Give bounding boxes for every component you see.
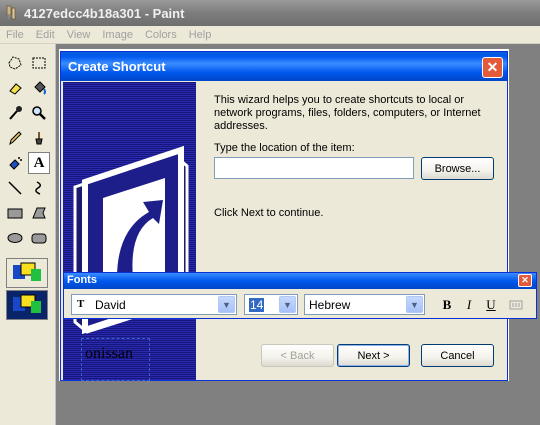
next-button[interactable]: Next >	[337, 344, 410, 367]
font-name-select[interactable]: T David ▼	[71, 294, 237, 315]
dialog-close-icon[interactable]: ✕	[482, 57, 503, 78]
vertical-text-icon[interactable]	[507, 296, 525, 314]
rect-select-icon[interactable]	[28, 52, 50, 74]
menu-edit[interactable]: Edit	[30, 29, 61, 41]
line-icon[interactable]	[4, 177, 26, 199]
font-name-value: David	[95, 298, 126, 312]
brush-icon[interactable]	[28, 127, 50, 149]
menu-bar: File Edit View Image Colors Help	[0, 26, 540, 44]
rounded-rect-icon[interactable]	[28, 227, 50, 249]
ellipse-icon[interactable]	[4, 227, 26, 249]
fonts-title: Fonts	[67, 274, 97, 286]
toolbox: A	[0, 44, 56, 425]
window-title: 4127edcc4b18a301 - Paint	[24, 5, 185, 21]
airbrush-icon[interactable]	[4, 152, 26, 174]
text-icon[interactable]: A	[28, 152, 50, 174]
wizard-banner	[63, 82, 196, 380]
fonts-title-bar: Fonts	[64, 273, 536, 289]
cancel-button[interactable]: Cancel	[421, 344, 494, 367]
location-label: Type the location of the item:	[214, 142, 355, 154]
text-box-selection[interactable]: onissan	[81, 338, 150, 381]
location-input[interactable]	[214, 157, 414, 179]
menu-file[interactable]: File	[0, 29, 30, 41]
truetype-icon: T	[77, 298, 85, 310]
wizard-description: This wizard helps you to create shortcut…	[214, 94, 481, 132]
text-background-opaque-option[interactable]	[6, 258, 48, 288]
chevron-down-icon[interactable]: ▼	[406, 296, 423, 313]
fonts-toolbar: Fonts ✕ T David ▼ 14 ▼ Hebrew ▼ B I U	[63, 272, 537, 319]
text-background-transparent-option[interactable]	[6, 290, 48, 320]
italic-button[interactable]: I	[460, 296, 478, 314]
menu-image[interactable]: Image	[96, 29, 139, 41]
font-size-value: 14	[249, 298, 265, 312]
back-button[interactable]: < Back	[261, 344, 334, 367]
pencil-icon[interactable]	[4, 127, 26, 149]
create-shortcut-dialog: Create Shortcut ✕ This wizard helps you …	[60, 51, 508, 381]
menu-help[interactable]: Help	[183, 29, 218, 41]
dialog-title: Create Shortcut	[68, 59, 166, 74]
polygon-icon[interactable]	[28, 202, 50, 224]
rectangle-icon[interactable]	[4, 202, 26, 224]
magnifier-icon[interactable]	[28, 102, 50, 124]
canvas-text[interactable]: onissan	[85, 345, 133, 363]
shortcut-arrow-icon	[73, 145, 189, 335]
script-select[interactable]: Hebrew ▼	[304, 294, 425, 315]
underline-button[interactable]: U	[482, 296, 500, 314]
curve-icon[interactable]	[28, 177, 50, 199]
browse-button[interactable]: Browse...	[421, 157, 494, 180]
fonts-close-icon[interactable]: ✕	[518, 274, 532, 287]
continue-text: Click Next to continue.	[214, 207, 324, 219]
chevron-down-icon[interactable]: ▼	[279, 296, 296, 313]
chevron-down-icon[interactable]: ▼	[218, 296, 235, 313]
color-picker-icon[interactable]	[4, 102, 26, 124]
dialog-title-bar: Create Shortcut	[61, 52, 507, 81]
script-value: Hebrew	[309, 298, 351, 312]
fill-icon[interactable]	[28, 77, 50, 99]
menu-view[interactable]: View	[61, 29, 97, 41]
eraser-icon[interactable]	[4, 77, 26, 99]
font-size-select[interactable]: 14 ▼	[244, 294, 298, 315]
bold-button[interactable]: B	[438, 296, 456, 314]
menu-colors[interactable]: Colors	[139, 29, 183, 41]
paint-app-icon[interactable]	[4, 5, 20, 21]
paint-title-bar: 4127edcc4b18a301 - Paint	[0, 0, 540, 26]
free-form-select-icon[interactable]	[4, 52, 26, 74]
